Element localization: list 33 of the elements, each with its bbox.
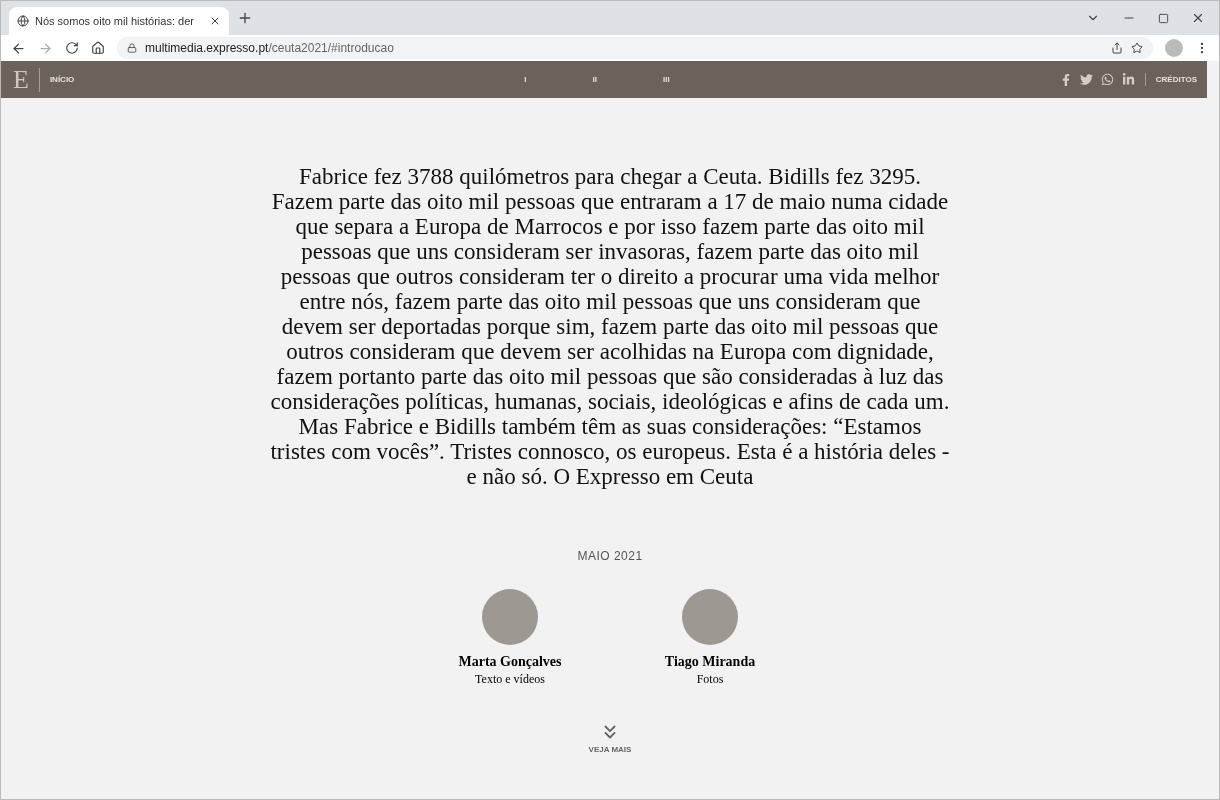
author-photo-placeholder (682, 589, 738, 645)
author-role: Texto e vídeos (475, 672, 545, 687)
author-photo-placeholder (482, 589, 538, 645)
author-name: Marta Gonçalves (458, 654, 562, 670)
whatsapp-icon[interactable] (1100, 73, 1114, 86)
maximize-icon[interactable] (1158, 11, 1169, 25)
chapter-link[interactable]: III (663, 75, 670, 84)
author-role: Fotos (696, 672, 724, 687)
star-icon[interactable] (1131, 42, 1143, 54)
close-icon[interactable] (1191, 11, 1205, 25)
linkedin-icon[interactable] (1121, 73, 1135, 86)
twitter-icon[interactable] (1079, 73, 1093, 86)
chapter-link[interactable]: II (592, 75, 598, 84)
browser-tab[interactable]: Nós somos oito mil histórias: der (9, 7, 229, 35)
url-text: multimedia.expresso.pt/ceuta2021/#introducao (145, 41, 394, 55)
back-icon[interactable] (11, 40, 26, 56)
lock-icon (127, 43, 137, 53)
author-name: Tiago Miranda (664, 654, 756, 670)
close-icon[interactable] (209, 15, 221, 27)
globe-icon (17, 15, 29, 27)
chapter-link[interactable]: I (524, 75, 527, 84)
date-label: MAIO 2021 (577, 549, 643, 563)
address-bar[interactable]: multimedia.expresso.pt/ceuta2021/#introducao (117, 37, 1153, 59)
site-logo[interactable]: E (13, 67, 40, 92)
see-more-link[interactable]: VEJA MAIS (588, 721, 632, 754)
home-icon[interactable] (91, 41, 105, 55)
reload-icon[interactable] (65, 41, 79, 55)
credits-link[interactable]: CRÉDITOS (1155, 75, 1197, 84)
intro-paragraph: Fabrice fez 3788 quilómetros para chegar a Ceuta. Bidills fez 3295. Fazem parte das oito mil pessoas que entraram a 17 de maio numa cidade que separa a Europa de Marrocos e por isso fazem parte das oito mil pessoas que uns consideram ser invasoras, fazem parte das oito mil pessoas que outros consideram ter o direito a procurar uma vida melhor entre nós, fazem parte das oito mil pessoas que uns consideram que devem ser deportadas porque sim, fazem parte das oito mil pessoas que outros consideram que devem ser acolhidas na Europa com dignidade, fazem portanto parte das oito mil pessoas que são consideradas à luz das considerações políticas, humanas, sociais, ideológicas e afins de cada um. Mas Fabrice e Bidills também têm as suas considerações: “Estamos tristes com vocês”. Tristes connosco, os europeus. Esta é a história deles - e não só. O Expresso em Ceuta (270, 164, 950, 489)
tab-title: Nós somos oito mil histórias: der (35, 15, 195, 27)
new-tab-icon[interactable] (237, 10, 253, 26)
share-icon[interactable] (1111, 42, 1123, 54)
home-link[interactable]: INÍCIO (49, 75, 75, 84)
